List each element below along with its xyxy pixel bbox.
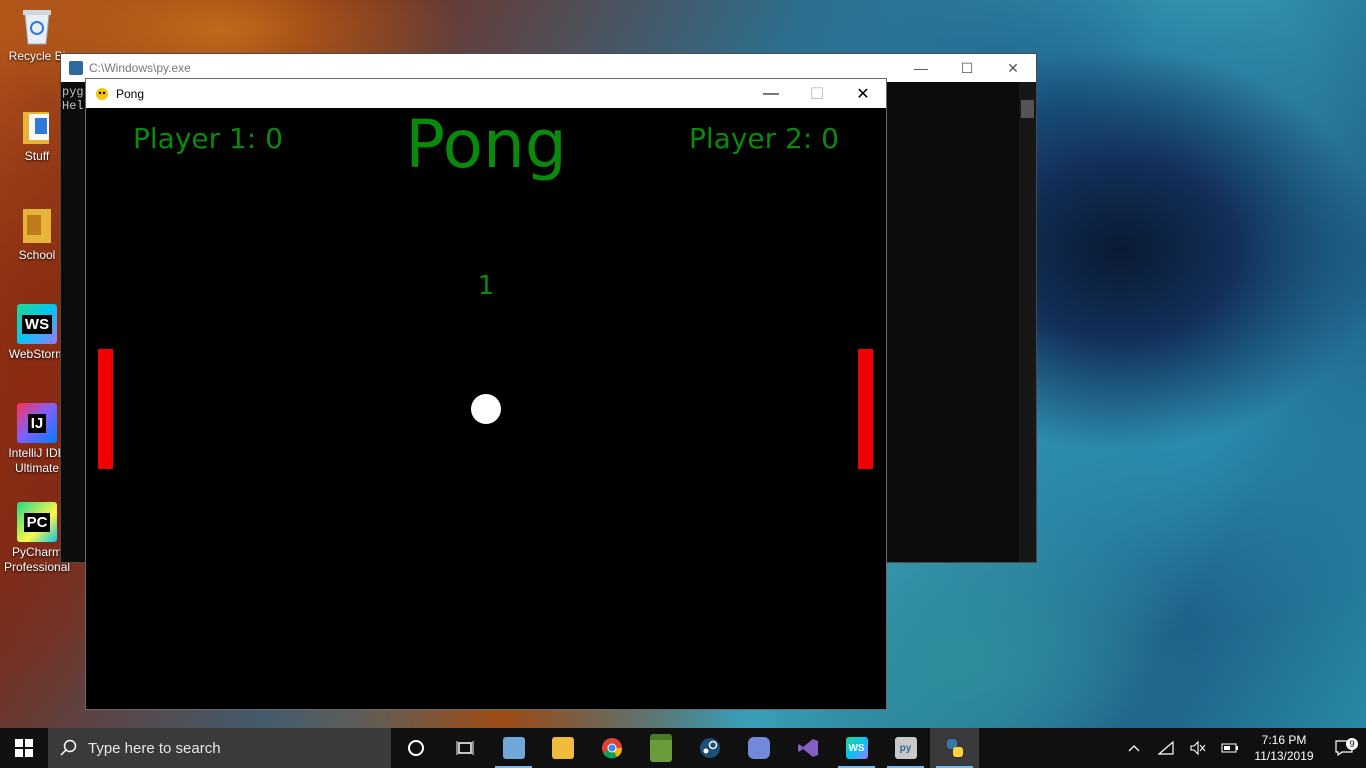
- pong-titlebar[interactable]: Pong — ☐ ✕: [86, 79, 886, 108]
- wifi-icon[interactable]: [1150, 741, 1182, 755]
- clock-time: 7:16 PM: [1261, 733, 1307, 747]
- console-scrollbar[interactable]: [1019, 82, 1036, 562]
- pycharm-icon: PC: [17, 502, 57, 542]
- python-launcher-icon[interactable]: py: [881, 728, 930, 768]
- clock-date: 11/13/2019: [1254, 749, 1314, 763]
- discord-icon[interactable]: [734, 728, 783, 768]
- system-tray: 7:16 PM 11/13/2019 9: [1118, 728, 1366, 768]
- pong-window-title: Pong: [116, 86, 145, 101]
- webstorm-icon[interactable]: WS: [832, 728, 881, 768]
- control-panel-icon[interactable]: [489, 728, 538, 768]
- console-line: pyg: [62, 85, 84, 99]
- maximize-button[interactable]: ☐: [944, 54, 990, 82]
- console-title: C:\Windows\py.exe: [89, 61, 191, 75]
- pong-window: Pong — ☐ ✕ Player 1: 0 Pong Player 2: 0 …: [86, 79, 886, 709]
- minecraft-icon[interactable]: [636, 728, 685, 768]
- folder-icon: [17, 205, 57, 245]
- console-line: Hel: [62, 99, 84, 113]
- maximize-button: ☐: [809, 85, 825, 103]
- minimize-button[interactable]: —: [748, 79, 794, 108]
- notification-count-badge: 9: [1346, 738, 1358, 750]
- steam-icon[interactable]: [685, 728, 734, 768]
- console-titlebar[interactable]: C:\Windows\py.exe — ☐ ✕: [61, 54, 1036, 82]
- close-button[interactable]: ✕: [990, 54, 1036, 82]
- console-app-icon: [69, 61, 83, 75]
- scrollbar-thumb[interactable]: [1021, 100, 1034, 118]
- right-paddle: [858, 349, 873, 469]
- start-button[interactable]: [0, 728, 48, 768]
- ball: [471, 394, 501, 424]
- close-button[interactable]: ✕: [840, 79, 886, 108]
- task-view-icon[interactable]: [440, 728, 489, 768]
- python-icon[interactable]: [930, 728, 979, 768]
- folder-icon: [17, 106, 57, 146]
- volume-muted-icon[interactable]: [1182, 741, 1214, 755]
- game-canvas[interactable]: Player 1: 0 Pong Player 2: 0 1: [86, 106, 886, 709]
- console-output: pyg Hel: [62, 85, 84, 113]
- intellij-icon: IJ: [17, 403, 57, 443]
- file-explorer-icon[interactable]: [538, 728, 587, 768]
- taskbar: Type here to search WS py 7:16 PM 11/13/…: [0, 728, 1366, 768]
- search-placeholder: Type here to search: [88, 739, 221, 757]
- recycle-bin-icon: [17, 6, 57, 46]
- left-paddle: [98, 349, 113, 469]
- clock[interactable]: 7:16 PM 11/13/2019: [1246, 732, 1322, 764]
- taskbar-search[interactable]: Type here to search: [48, 728, 391, 768]
- webstorm-icon: WS: [17, 304, 57, 344]
- chevron-up-icon[interactable]: [1118, 744, 1150, 752]
- minimize-button[interactable]: —: [898, 54, 944, 82]
- action-center-icon[interactable]: 9: [1322, 738, 1366, 756]
- search-icon: [60, 739, 77, 756]
- player2-score: Player 2: 0: [689, 122, 839, 155]
- pygame-icon: [94, 86, 110, 102]
- battery-icon[interactable]: [1214, 743, 1246, 753]
- chrome-icon[interactable]: [587, 728, 636, 768]
- visual-studio-icon[interactable]: [783, 728, 832, 768]
- cortana-icon[interactable]: [391, 728, 440, 768]
- windows-icon: [15, 739, 33, 757]
- countdown: 1: [477, 271, 495, 301]
